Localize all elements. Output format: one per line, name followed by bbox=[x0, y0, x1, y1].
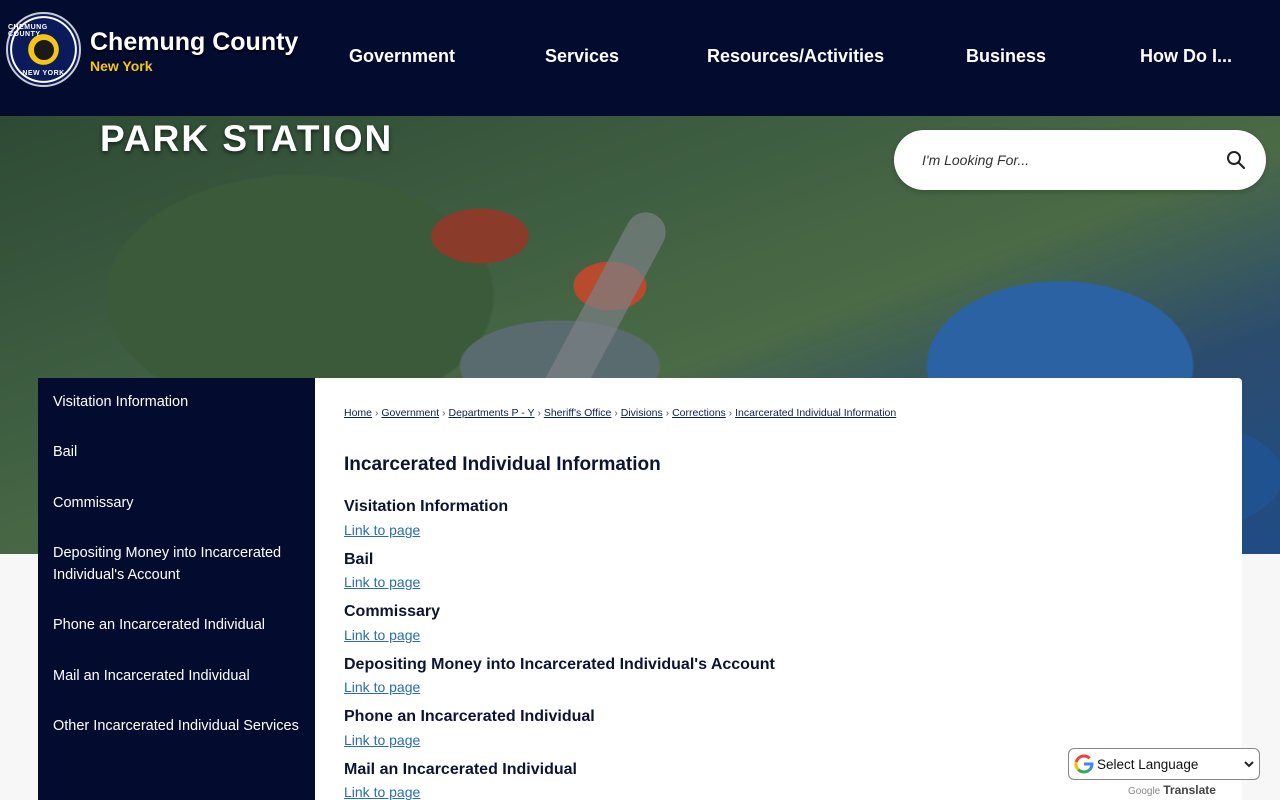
breadcrumb-separator: › bbox=[728, 408, 733, 419]
entry-link-depositing-money[interactable]: Link to page bbox=[344, 679, 420, 695]
sidebar-item-mail[interactable]: Mail an Incarcerated Individual bbox=[53, 665, 303, 687]
entry-link-mail[interactable]: Link to page bbox=[344, 784, 420, 800]
breadcrumb-separator: › bbox=[375, 408, 379, 419]
search-icon[interactable] bbox=[1226, 150, 1246, 170]
entry-link-phone[interactable]: Link to page bbox=[344, 732, 420, 748]
breadcrumb-separator: › bbox=[442, 408, 446, 419]
search-input[interactable] bbox=[922, 148, 1212, 172]
sidebar-nav: Visitation Information Bail Commissary D… bbox=[38, 378, 315, 800]
language-select[interactable]: Select Language bbox=[1068, 748, 1260, 780]
nav-business[interactable]: Business bbox=[966, 46, 1046, 67]
translate-label[interactable]: Translate bbox=[1163, 783, 1216, 797]
sidebar-item-depositing-money[interactable]: Depositing Money into Incarcerated Indiv… bbox=[53, 542, 303, 586]
site-name[interactable]: Chemung County bbox=[90, 28, 298, 57]
sidebar-item-commissary[interactable]: Commissary bbox=[53, 492, 303, 514]
sidebar-item-other-services[interactable]: Other Incarcerated Individual Services bbox=[53, 715, 303, 737]
powered-by-google: Google Translate bbox=[1128, 783, 1216, 797]
nav-government[interactable]: Government bbox=[349, 46, 455, 67]
breadcrumb-government[interactable]: Government bbox=[381, 407, 439, 419]
hero-title: PARK STATION bbox=[100, 118, 394, 159]
entry-title-visitation: Visitation Information bbox=[344, 498, 509, 515]
site-header: CHEMUNG COUNTY NEW YORK Chemung County N… bbox=[0, 0, 1280, 116]
entry-link-visitation[interactable]: Link to page bbox=[344, 522, 420, 538]
entry-link-commissary[interactable]: Link to page bbox=[344, 627, 420, 643]
entry-link-bail[interactable]: Link to page bbox=[344, 574, 420, 590]
google-label: Google bbox=[1128, 786, 1161, 797]
language-select-label: Select Language bbox=[1097, 757, 1199, 772]
seal-ring-top: CHEMUNG COUNTY bbox=[8, 24, 48, 38]
sidebar-item-bail[interactable]: Bail bbox=[53, 441, 303, 463]
breadcrumb: Home › Government › Departments P - Y › Sherif… bbox=[344, 407, 896, 419]
google-g-icon bbox=[1074, 754, 1094, 774]
site-search bbox=[894, 130, 1266, 190]
nav-services[interactable]: Services bbox=[545, 46, 619, 67]
chevron-down-icon bbox=[1244, 761, 1254, 768]
site-state: New York bbox=[90, 58, 153, 74]
main-content: Home › Government › Departments P - Y › Sherif… bbox=[315, 378, 1242, 800]
breadcrumb-separator: › bbox=[665, 408, 670, 419]
county-seal-logo[interactable]: CHEMUNG COUNTY NEW YORK bbox=[6, 12, 81, 87]
page-title: Incarcerated Individual Information bbox=[344, 454, 661, 475]
seal-emblem bbox=[30, 36, 57, 63]
breadcrumb-departments[interactable]: Departments P - Y bbox=[448, 407, 534, 419]
entry-title-phone: Phone an Incarcerated Individual bbox=[344, 708, 595, 725]
breadcrumb-separator: › bbox=[537, 408, 541, 419]
main-nav: Government Services Resources/Activities… bbox=[300, 0, 1280, 116]
entry-title-mail: Mail an Incarcerated Individual bbox=[344, 761, 577, 778]
breadcrumb-home[interactable]: Home bbox=[344, 407, 372, 419]
breadcrumb-divisions[interactable]: Divisions bbox=[621, 407, 663, 419]
entry-title-bail: Bail bbox=[344, 551, 374, 568]
sidebar-item-visitation[interactable]: Visitation Information bbox=[53, 391, 303, 413]
breadcrumb-sheriffs-office[interactable]: Sheriff's Office bbox=[544, 407, 612, 419]
sidebar-item-phone[interactable]: Phone an Incarcerated Individual bbox=[53, 614, 303, 636]
breadcrumb-current[interactable]: Incarcerated Individual Information bbox=[735, 407, 896, 419]
entry-title-depositing-money: Depositing Money into Incarcerated Indiv… bbox=[344, 656, 775, 673]
breadcrumb-corrections[interactable]: Corrections bbox=[672, 407, 726, 419]
entry-title-commissary: Commissary bbox=[344, 603, 441, 620]
seal-ring-bottom: NEW YORK bbox=[22, 70, 65, 77]
nav-how-do-i[interactable]: How Do I... bbox=[1140, 46, 1232, 67]
breadcrumb-separator: › bbox=[614, 408, 618, 419]
nav-resources-activities[interactable]: Resources/Activities bbox=[707, 46, 884, 67]
